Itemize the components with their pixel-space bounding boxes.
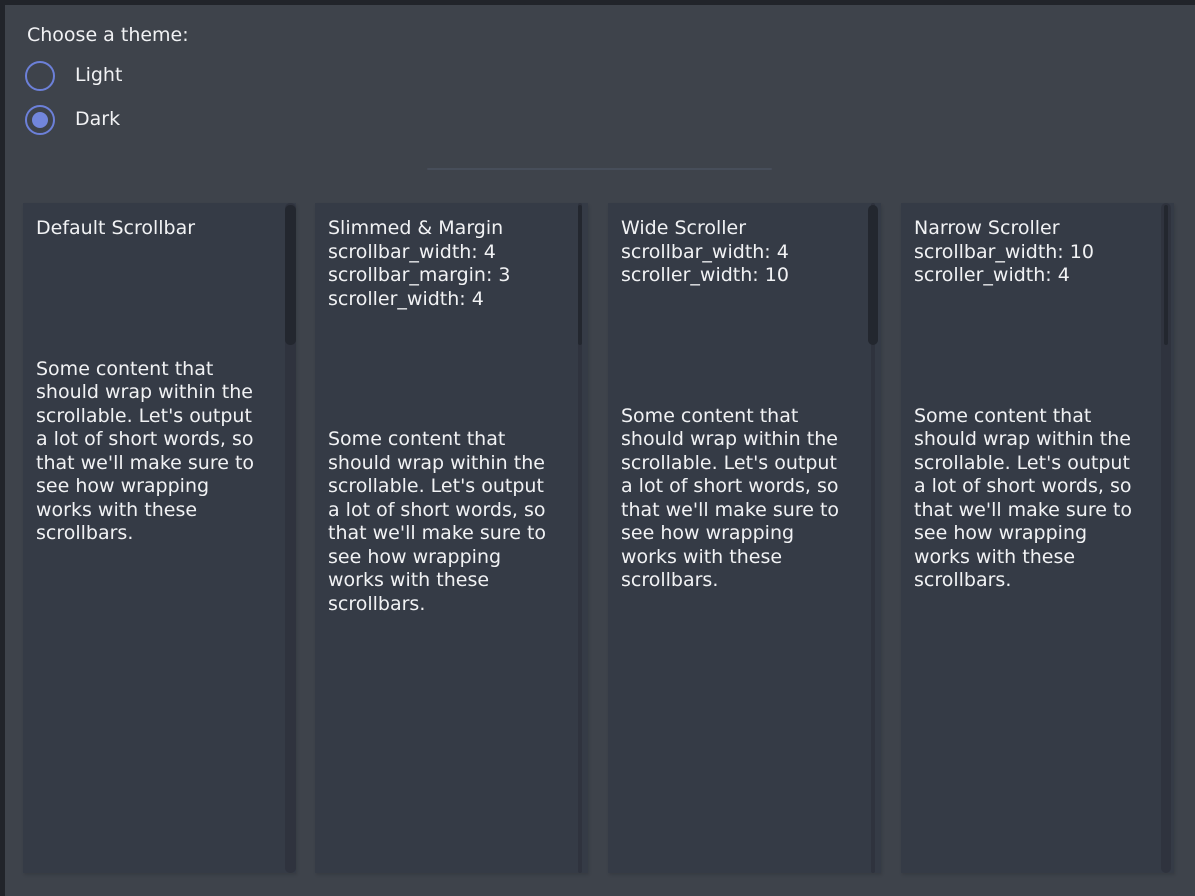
- panel-wide-scroller[interactable]: Wide Scroller scrollbar_width: 4 scrolle…: [608, 203, 881, 873]
- panel-header: Wide Scroller scrollbar_width: 4 scrolle…: [608, 203, 881, 288]
- panel-header: Slimmed & Margin scrollbar_width: 4 scro…: [315, 203, 588, 311]
- panel-content-text: Some content that should wrap within the…: [901, 405, 1174, 593]
- radio-dot-icon: [32, 112, 48, 128]
- panel-title: Slimmed & Margin: [328, 217, 562, 241]
- panel-config: scrollbar_width: 4 scroller_width: 10: [621, 241, 855, 288]
- radio-option-light[interactable]: Light: [25, 61, 122, 91]
- section-divider: [427, 168, 772, 170]
- radio-option-dark[interactable]: Dark: [25, 105, 120, 135]
- panel-title: Default Scrollbar: [36, 217, 270, 241]
- panel-config: scrollbar_width: 4 scrollbar_margin: 3 s…: [328, 241, 562, 312]
- panel-config: scrollbar_width: 10 scroller_width: 4: [914, 241, 1148, 288]
- panel-narrow-scroller[interactable]: Narrow Scroller scrollbar_width: 10 scro…: [901, 203, 1174, 873]
- radio-dark-icon: [25, 105, 55, 135]
- window-border-left: [0, 0, 5, 896]
- radio-light-icon: [25, 61, 55, 91]
- panel-header: Default Scrollbar: [23, 203, 296, 241]
- panel-default-scrollbar[interactable]: Default Scrollbar Some content that shou…: [23, 203, 296, 873]
- scrollbar-thumb[interactable]: [868, 205, 878, 345]
- panel-content-text: Some content that should wrap within the…: [315, 428, 588, 616]
- scrollbar-thumb[interactable]: [1164, 205, 1168, 345]
- panel-content-text: Some content that should wrap within the…: [608, 405, 881, 593]
- panel-title: Wide Scroller: [621, 217, 855, 241]
- panel-title: Narrow Scroller: [914, 217, 1148, 241]
- window-border-top: [0, 0, 1195, 5]
- scrollbar-thumb[interactable]: [578, 205, 582, 345]
- radio-light-label: Light: [75, 64, 122, 88]
- panel-slimmed-margin[interactable]: Slimmed & Margin scrollbar_width: 4 scro…: [315, 203, 588, 873]
- scrollbar-thumb[interactable]: [285, 205, 296, 345]
- panel-content-text: Some content that should wrap within the…: [23, 358, 296, 546]
- theme-chooser-label: Choose a theme:: [27, 24, 189, 48]
- panel-header: Narrow Scroller scrollbar_width: 10 scro…: [901, 203, 1174, 288]
- radio-dark-label: Dark: [75, 108, 120, 132]
